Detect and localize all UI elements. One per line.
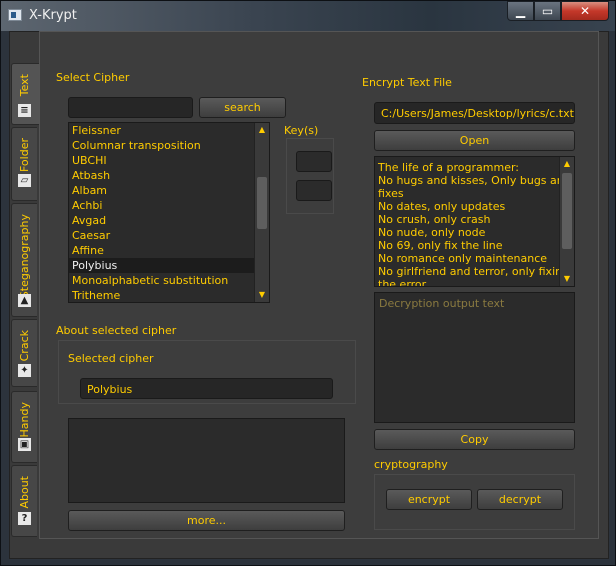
cipher-list-item[interactable]: Columnar transposition [69,138,269,153]
decrypt-button[interactable]: decrypt [477,489,563,510]
file-path-field[interactable]: C:/Users/James/Desktop/lyrics/c.txt [374,102,575,124]
about-cipher-title: About selected cipher [56,324,177,337]
app-icon [8,9,22,21]
scroll-up-icon[interactable]: ▲ [562,159,572,169]
cipher-list-item[interactable]: Monoalphabetic substitution [69,273,269,288]
tab-about-label: About [18,476,31,509]
select-cipher-title: Select Cipher [56,71,130,84]
tab-text[interactable]: Text ≡ [11,63,39,125]
tab-folder-label: Folder [18,138,31,172]
tab-about[interactable]: About ? [11,465,37,537]
input-text-area[interactable]: The life of a programmer: No hugs and kis… [374,156,575,287]
cipher-list-item[interactable]: Atbash [69,168,269,183]
tab-text-label: Text [18,74,31,97]
input-text-line: No girlfriend and terror, only fixing [378,265,570,278]
cipher-list[interactable]: Fleissner Columnar transposition UBCHI Atba… [68,122,270,303]
cryptography-label: cryptography [374,458,448,471]
input-text-line: No dates, only updates [378,200,506,213]
input-text-line: The life of a programmer: [378,161,520,174]
tab-folder[interactable]: Folder ▱ [11,127,37,201]
maximize-button[interactable]: ▭ [534,1,561,21]
selected-cipher-label: Selected cipher [68,352,154,365]
cipher-list-item[interactable]: Avgad [69,213,269,228]
input-text-line: No nude, only node [378,226,486,239]
encrypt-title: Encrypt Text File [362,76,452,89]
key-input-2[interactable] [296,180,332,201]
input-text-line: No hugs and kisses, Only bugs and [378,174,571,187]
cipher-list-item[interactable]: Polybius [69,258,269,273]
handy-icon: ▣ [18,438,31,451]
tab-steganography[interactable]: Steganography ▲ [11,203,37,317]
more-button[interactable]: more... [68,510,345,531]
cipher-list-item[interactable]: Fleissner [69,123,269,138]
copy-button[interactable]: Copy [374,429,575,450]
folder-icon: ▱ [18,174,31,187]
scroll-thumb[interactable] [257,177,267,229]
cipher-search-input[interactable] [68,97,193,118]
window-title: X-Krypt [29,8,77,23]
cipher-description [68,418,345,503]
tab-crack[interactable]: Crack ✦ [11,319,37,387]
image-icon: ▲ [18,294,31,307]
input-text-line: No 69, only fix the line [378,239,503,252]
main-panel: Select Cipher search Fleissner Columnar t… [39,31,599,539]
crack-icon: ✦ [18,364,31,377]
title-bar[interactable]: X-Krypt ▁ ▭ ✕ [1,1,615,31]
cipher-list-item[interactable]: Affine [69,243,269,258]
input-text-line: fixes [378,187,404,200]
scroll-down-icon[interactable]: ▼ [257,290,267,300]
tab-steganography-label: Steganography [18,214,31,299]
tab-handy-label: Handy [18,402,31,438]
open-button[interactable]: Open [374,130,575,151]
encrypt-button[interactable]: encrypt [386,489,472,510]
output-text-area[interactable]: Decryption output text [374,292,575,423]
input-text-line: No romance only maintenance [378,252,548,265]
tab-crack-label: Crack [18,330,31,362]
input-text-scrollbar[interactable]: ▲ ▼ [559,157,574,286]
scroll-up-icon[interactable]: ▲ [257,125,267,135]
app-window: X-Krypt ▁ ▭ ✕ Text ≡ Folder ▱ Steganogra… [0,0,616,566]
cipher-list-item[interactable]: Achbi [69,198,269,213]
scroll-thumb[interactable] [562,173,572,249]
text-icon: ≡ [18,104,31,117]
key-input-1[interactable] [296,151,332,172]
cipher-list-scrollbar[interactable]: ▲ ▼ [254,123,269,302]
keys-label: Key(s) [284,124,319,137]
about-icon: ? [18,512,31,525]
selected-cipher-field: Polybius [80,378,333,399]
scroll-down-icon[interactable]: ▼ [562,274,572,284]
keys-group [286,138,334,214]
search-button[interactable]: search [199,97,286,118]
input-text-line: No crush, only crash [378,213,491,226]
output-placeholder: Decryption output text [379,297,505,310]
cipher-list-item[interactable]: Caesar [69,228,269,243]
cipher-list-item[interactable]: UBCHI [69,153,269,168]
minimize-button[interactable]: ▁ [507,1,534,21]
input-text-line: the error [378,278,427,287]
cipher-list-item[interactable]: Tritheme [69,288,269,302]
close-button[interactable]: ✕ [561,1,609,21]
tab-handy[interactable]: Handy ▣ [11,391,37,463]
cipher-list-item[interactable]: Albam [69,183,269,198]
